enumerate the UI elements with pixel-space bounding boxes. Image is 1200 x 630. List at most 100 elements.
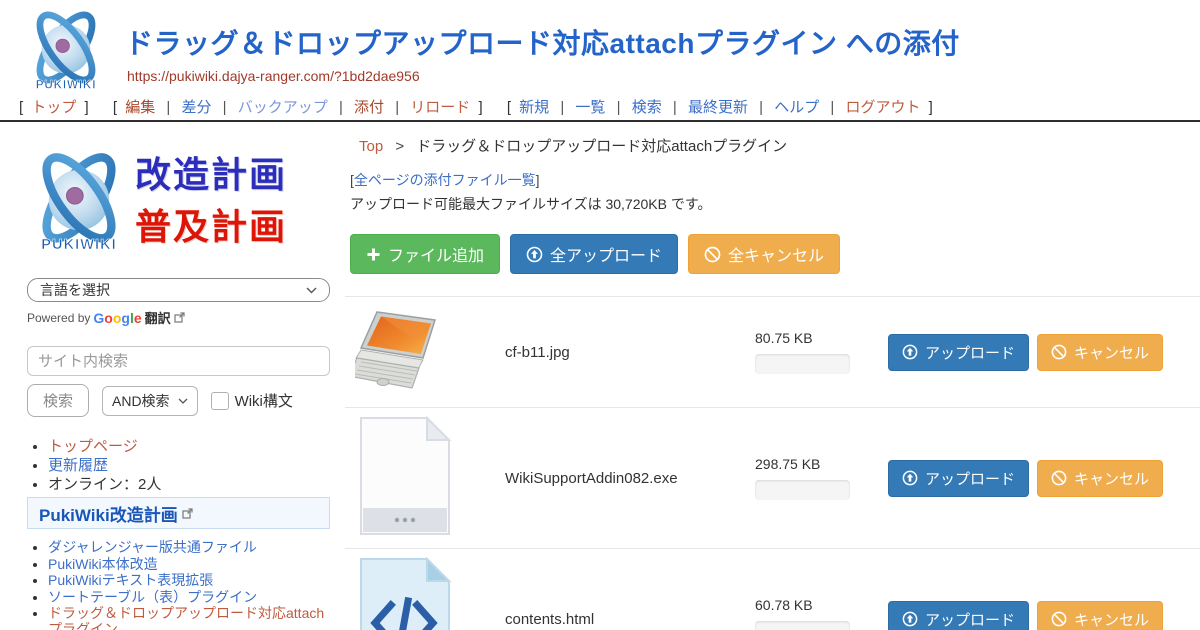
file-size: 80.75 KB bbox=[755, 330, 813, 346]
nav-top[interactable]: トップ bbox=[31, 99, 76, 116]
breadcrumb-top-link[interactable]: Top bbox=[359, 138, 383, 155]
list-item: ダジャレンジャー版共通ファイル bbox=[48, 540, 330, 556]
upload-circle-icon bbox=[902, 470, 918, 486]
progress-bar bbox=[755, 480, 850, 500]
nav-reload[interactable]: リロード bbox=[410, 99, 470, 116]
header: PUKIWIKI ドラッグ＆ドロップアップロード対応attachプラグイン への… bbox=[0, 0, 1200, 122]
page-url-link[interactable]: https://pukiwiki.dajya-ranger.com/?1bd2d… bbox=[127, 68, 420, 84]
sidebar-quick-links: トップページ 更新履歴 オンライン：2人 bbox=[27, 437, 330, 494]
bracket: ] bbox=[536, 172, 540, 188]
language-select[interactable]: 言語を選択 bbox=[27, 278, 330, 302]
sidebar-link-history[interactable]: 更新履歴 bbox=[48, 457, 108, 474]
atom-logo-icon: PUKIWIKI bbox=[20, 4, 112, 96]
code-file-icon bbox=[355, 557, 453, 630]
separator: | bbox=[617, 99, 621, 116]
separator: | bbox=[166, 99, 170, 116]
separator: | bbox=[223, 99, 227, 116]
upload-toolbar: ファイル追加 全アップロード 全キャンセル bbox=[350, 234, 1200, 274]
bracket: ] bbox=[929, 99, 933, 116]
file-name: WikiSupportAddin082.exe bbox=[505, 470, 755, 487]
translate-label: 翻訳 bbox=[145, 308, 171, 327]
list-item: オンライン：2人 bbox=[48, 475, 330, 494]
pukiwiki-logo[interactable]: PUKIWIKI bbox=[20, 4, 112, 96]
sidebar-link-text-ext[interactable]: PukiWikiテキスト表現拡張 bbox=[48, 572, 213, 588]
upload-file-list: cf-b11.jpg 80.75 KB アップロード bbox=[345, 296, 1200, 630]
section-heading-link[interactable]: PukiWiki改造計画 bbox=[39, 501, 178, 526]
file-size-progress: 80.75 KB bbox=[755, 330, 888, 374]
upload-circle-icon bbox=[902, 344, 918, 360]
nav-help[interactable]: ヘルプ bbox=[774, 99, 819, 116]
chevron-down-icon bbox=[178, 398, 188, 404]
file-row: cf-b11.jpg 80.75 KB アップロード bbox=[345, 296, 1200, 407]
breadcrumb: Top > ドラッグ＆ドロップアップロード対応attachプラグイン bbox=[359, 135, 1200, 156]
progress-bar bbox=[755, 621, 850, 630]
ban-icon bbox=[1051, 470, 1067, 486]
file-actions: アップロード キャンセル bbox=[888, 334, 1200, 371]
svg-text:PUKIWIKI: PUKIWIKI bbox=[41, 237, 116, 253]
cancel-button[interactable]: キャンセル bbox=[1037, 460, 1163, 497]
upload-circle-icon bbox=[902, 611, 918, 627]
nav-list[interactable]: 一覧 bbox=[575, 99, 605, 116]
search-mode-select[interactable]: AND検索 bbox=[102, 386, 198, 416]
all-attachments-link[interactable]: 全ページの添付ファイル一覧 bbox=[354, 172, 536, 188]
external-link-icon bbox=[174, 312, 185, 323]
external-link-icon bbox=[182, 508, 193, 519]
sidebar: PUKIWIKI 改造計画 普及計画 言語を選択 Powered by Goog… bbox=[0, 122, 345, 630]
upload-circle-icon bbox=[526, 246, 543, 263]
nav-diff[interactable]: 差分 bbox=[181, 99, 211, 116]
language-select-value: 言語を選択 bbox=[40, 280, 110, 300]
nav-attach[interactable]: 添付 bbox=[354, 99, 384, 116]
cancel-button[interactable]: キャンセル bbox=[1037, 334, 1163, 371]
file-name: contents.html bbox=[505, 611, 755, 628]
search-button[interactable]: 検索 bbox=[27, 384, 89, 417]
nav-backup[interactable]: バックアップ bbox=[238, 99, 328, 116]
wiki-syntax-checkbox[interactable] bbox=[211, 392, 229, 410]
search-input[interactable] bbox=[27, 346, 330, 376]
search-controls: 検索 AND検索 Wiki構文 bbox=[27, 384, 330, 417]
add-files-button[interactable]: ファイル追加 bbox=[350, 234, 500, 274]
laptop-photo-icon bbox=[355, 310, 447, 390]
file-actions: アップロード キャンセル bbox=[888, 601, 1200, 630]
list-item: 更新履歴 bbox=[48, 456, 330, 475]
upload-button[interactable]: アップロード bbox=[888, 460, 1029, 497]
sidebar-link-core-mod[interactable]: PukiWiki本体改造 bbox=[48, 556, 158, 572]
file-row: contents.html 60.78 KB アップロード bbox=[345, 548, 1200, 630]
progress-bar bbox=[755, 354, 850, 374]
list-item: ソートテーブル（表）プラグイン bbox=[48, 590, 330, 606]
plus-icon bbox=[366, 247, 381, 262]
nav-edit[interactable]: 編集 bbox=[125, 99, 155, 116]
file-thumbnail-generic bbox=[355, 416, 505, 541]
upload-all-button[interactable]: 全アップロード bbox=[510, 234, 678, 274]
bracket: [ bbox=[507, 99, 511, 116]
sidebar-link-toppage[interactable]: トップページ bbox=[48, 438, 138, 455]
nav-recent[interactable]: 最終更新 bbox=[688, 99, 748, 116]
sidebar-site-logo[interactable]: PUKIWIKI 改造計画 普及計画 bbox=[27, 138, 330, 264]
breadcrumb-separator: > bbox=[395, 138, 404, 155]
list-item: トップページ bbox=[48, 437, 330, 456]
sidebar-link-sort-table[interactable]: ソートテーブル（表）プラグイン bbox=[48, 589, 257, 605]
ban-icon bbox=[1051, 344, 1067, 360]
ban-icon bbox=[704, 246, 721, 263]
site-logo-text: 改造計画 普及計画 bbox=[135, 149, 287, 253]
upload-button[interactable]: アップロード bbox=[888, 334, 1029, 371]
file-row: WikiSupportAddin082.exe 298.75 KB アップロード bbox=[345, 407, 1200, 548]
upload-button[interactable]: アップロード bbox=[888, 601, 1029, 630]
navbar: [ トップ ] [ 編集 | 差分 | バックアップ | 添付 | リロード ]… bbox=[15, 96, 949, 117]
bracket: [ bbox=[19, 99, 23, 116]
file-thumbnail-code bbox=[355, 557, 505, 630]
nav-logout[interactable]: ログアウト bbox=[845, 99, 920, 116]
separator: | bbox=[395, 99, 399, 116]
chevron-down-icon bbox=[306, 287, 317, 294]
powered-by-label: Powered by bbox=[27, 311, 90, 325]
bracket: [ bbox=[113, 99, 117, 116]
cancel-button[interactable]: キャンセル bbox=[1037, 601, 1163, 630]
sidebar-link-common-files[interactable]: ダジャレンジャー版共通ファイル bbox=[48, 539, 257, 555]
logo-line-kaizou: 改造計画 bbox=[135, 154, 287, 195]
nav-new[interactable]: 新規 bbox=[519, 99, 549, 116]
cancel-all-button[interactable]: 全キャンセル bbox=[688, 234, 840, 274]
ban-icon bbox=[1051, 611, 1067, 627]
bracket: ] bbox=[478, 99, 482, 116]
nav-search[interactable]: 検索 bbox=[632, 99, 662, 116]
sidebar-link-dnd-attach[interactable]: ドラッグ＆ドロップアップロード対応attachプラグイン bbox=[48, 605, 324, 630]
file-size: 298.75 KB bbox=[755, 456, 820, 472]
